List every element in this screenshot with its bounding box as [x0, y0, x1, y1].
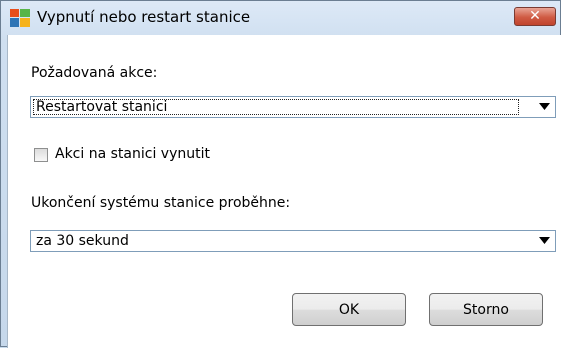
action-select-value: Restartovat stanici: [36, 99, 168, 115]
dialog-body: Požadovaná akce: Restartovat stanici Akc…: [7, 35, 561, 348]
avg-logo-icon: [10, 9, 30, 27]
shutdown-select-value: za 30 sekund: [36, 233, 129, 249]
ok-button-label: OK: [338, 302, 360, 318]
close-button[interactable]: ✕: [514, 7, 556, 26]
ok-button[interactable]: OK: [292, 293, 406, 326]
force-action-label: Akci na stanici vynutit: [55, 146, 210, 162]
cancel-button[interactable]: Storno: [429, 293, 543, 326]
force-action-checkbox[interactable]: [34, 148, 48, 162]
shutdown-label: Ukončení systému stanice proběhne:: [31, 195, 291, 211]
title-bar[interactable]: Vypnutí nebo restart stanice ✕: [1, 1, 560, 35]
cancel-button-label: Storno: [463, 302, 509, 318]
close-icon: ✕: [529, 8, 541, 24]
action-label: Požadovaná akce:: [31, 65, 158, 81]
shutdown-select[interactable]: za 30 sekund: [30, 230, 556, 252]
dialog-window: Vypnutí nebo restart stanice ✕ Požadovan…: [0, 0, 561, 348]
window-title: Vypnutí nebo restart stanice: [37, 8, 251, 26]
action-select[interactable]: Restartovat stanici: [30, 96, 556, 118]
